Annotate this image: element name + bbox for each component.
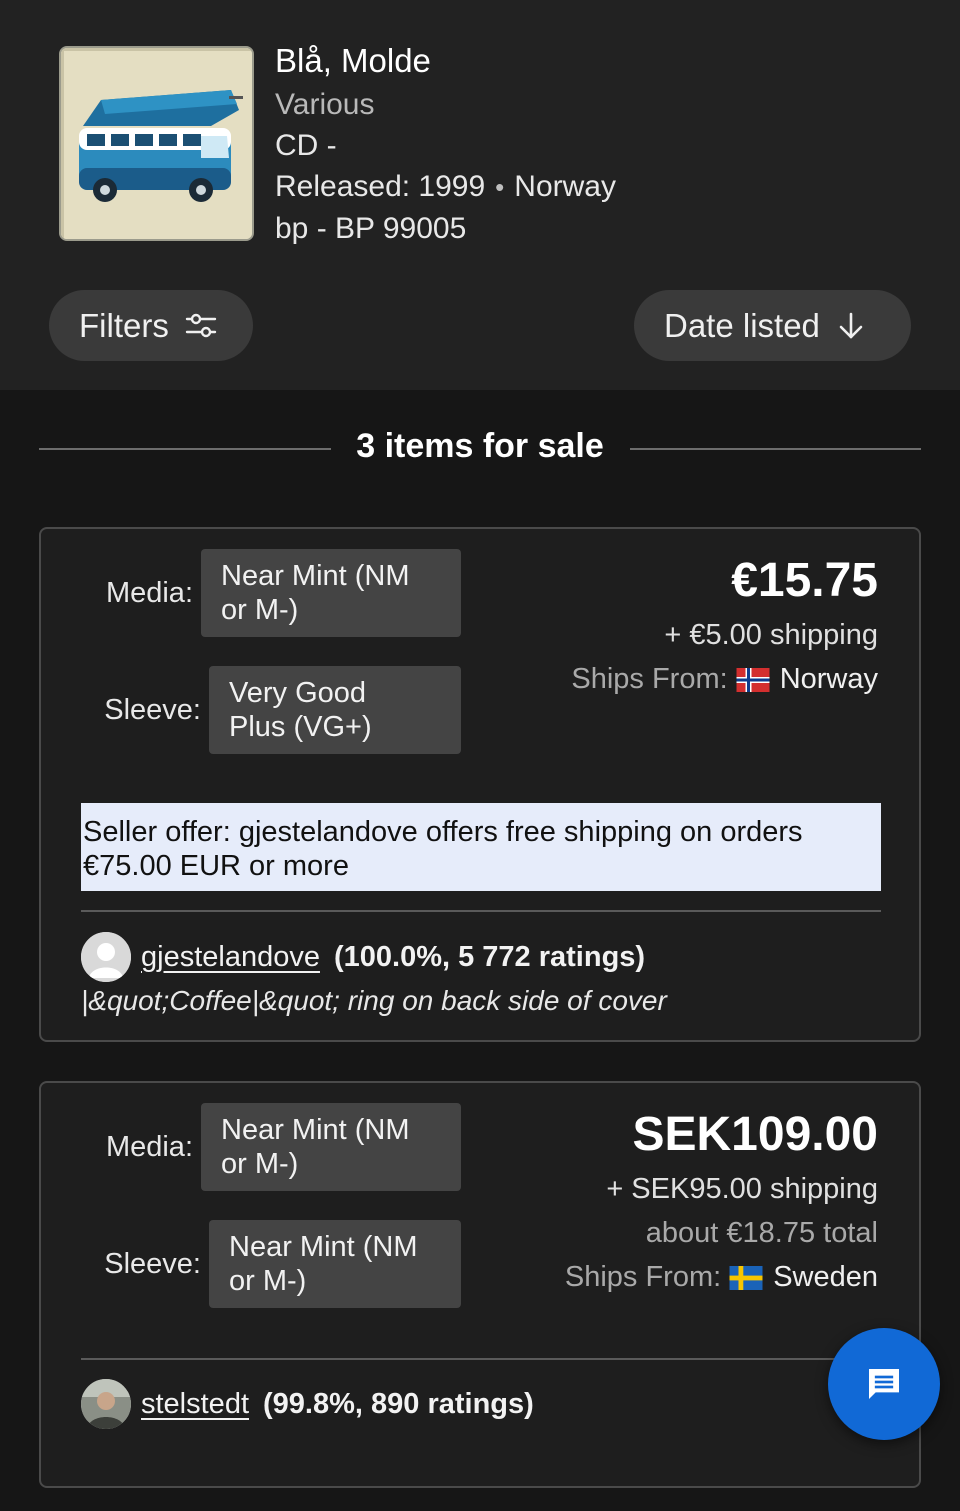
- listing-card[interactable]: Media: Near Mint (NM or M-) Sleeve: Very…: [39, 527, 921, 1042]
- sweden-flag-icon: [729, 1266, 763, 1291]
- ships-from-label: Ships From:: [571, 663, 728, 695]
- album-cover[interactable]: [59, 46, 254, 241]
- release-artist[interactable]: Various: [275, 84, 616, 125]
- avatar[interactable]: [81, 932, 131, 982]
- seller-rating: (100.0%, 5 772 ratings): [333, 940, 646, 973]
- norway-flag-icon: [736, 668, 770, 693]
- seller-name-link[interactable]: gjestelandove: [141, 941, 320, 974]
- filters-label: Filters: [79, 306, 169, 344]
- media-condition-line2: or M-): [221, 594, 299, 626]
- price: €15.75: [731, 554, 878, 607]
- release-format: CD -: [275, 129, 337, 162]
- chat-button[interactable]: [828, 1328, 940, 1440]
- seller-rating: (99.8%, 890 ratings): [263, 1387, 534, 1420]
- price-column: SEK109.00 + SEK95.00 shipping about €18.…: [565, 1107, 878, 1299]
- seller-row: stelstedt (99.8%, 890 ratings): [81, 1379, 534, 1429]
- media-condition-line1: Near Mint (NM: [221, 560, 410, 592]
- sleeve-condition-line2: or M-): [229, 1265, 307, 1297]
- seller-offer-line2: €75.00 EUR or more: [83, 850, 349, 882]
- shipping-cost: + €5.00 shipping: [664, 619, 878, 651]
- shipping-cost: + SEK95.00 shipping: [606, 1173, 878, 1205]
- chat-icon: [869, 1369, 899, 1399]
- filters-button[interactable]: Filters: [49, 290, 253, 361]
- ships-from: Ships From: Sweden: [565, 1255, 878, 1299]
- media-label: Media:: [105, 1131, 193, 1163]
- ships-from: Ships From: Norway: [571, 657, 878, 701]
- avatar[interactable]: [81, 1379, 131, 1429]
- seller-name-link[interactable]: stelstedt: [141, 1388, 249, 1421]
- separator-dot: •: [495, 172, 505, 202]
- release-catalog: bp - BP 99005: [275, 212, 467, 245]
- seller-row: gjestelandove (100.0%, 5 772 ratings): [81, 932, 645, 982]
- sort-button[interactable]: Date listed: [634, 290, 911, 361]
- heading-divider-right: [630, 448, 921, 450]
- card-divider: [81, 1358, 881, 1360]
- sleeve-condition-line2: Plus (VG+): [229, 711, 372, 743]
- arrow-down-icon: [839, 312, 863, 338]
- release-info: Blå, Molde Various CD - Released: 1999 • N…: [275, 38, 616, 249]
- release-title[interactable]: Blå, Molde: [275, 38, 616, 84]
- card-divider: [81, 910, 881, 912]
- release-meta: Released: 1999 • Norway: [275, 166, 616, 208]
- sliders-icon: [185, 313, 217, 337]
- sort-label: Date listed: [664, 306, 820, 344]
- media-condition-line2: or M-): [221, 1148, 299, 1180]
- sleeve-condition-line1: Near Mint (NM: [229, 1231, 418, 1263]
- total-estimate: about €18.75 total: [645, 1217, 878, 1249]
- ships-from-country: Norway: [779, 663, 878, 695]
- price-column: €15.75 + €5.00 shipping Ships From: Norwa…: [571, 553, 878, 701]
- sleeve-condition: Near Mint (NM or M-): [209, 1220, 461, 1308]
- ships-from-label: Ships From:: [564, 1261, 722, 1293]
- sleeve-condition-line1: Very Good: [229, 677, 367, 709]
- items-for-sale-heading: 3 items for sale: [356, 427, 604, 465]
- release-country: Norway: [514, 170, 616, 203]
- sleeve-label: Sleeve:: [104, 1248, 201, 1280]
- media-condition: Near Mint (NM or M-): [201, 1103, 461, 1191]
- sleeve-condition: Very Good Plus (VG+): [209, 666, 461, 754]
- seller-offer-banner: Seller offer: gjestelandove offers free …: [81, 803, 881, 891]
- ships-from-country: Sweden: [773, 1261, 878, 1293]
- release-header: Blå, Molde Various CD - Released: 1999 • N…: [0, 0, 960, 390]
- media-label: Media:: [105, 577, 193, 609]
- listing-comment: |&quot;Coffee|&quot; ring on back side o…: [81, 985, 667, 1016]
- seller-offer-line1: Seller offer: gjestelandove offers free …: [83, 816, 803, 848]
- release-year: Released: 1999: [275, 170, 486, 203]
- media-condition: Near Mint (NM or M-): [201, 549, 461, 637]
- sleeve-label: Sleeve:: [104, 694, 201, 726]
- media-condition-line1: Near Mint (NM: [221, 1114, 410, 1146]
- listing-card[interactable]: Media: Near Mint (NM or M-) Sleeve: Near…: [39, 1081, 921, 1488]
- price: SEK109.00: [632, 1108, 878, 1161]
- heading-divider-left: [39, 448, 331, 450]
